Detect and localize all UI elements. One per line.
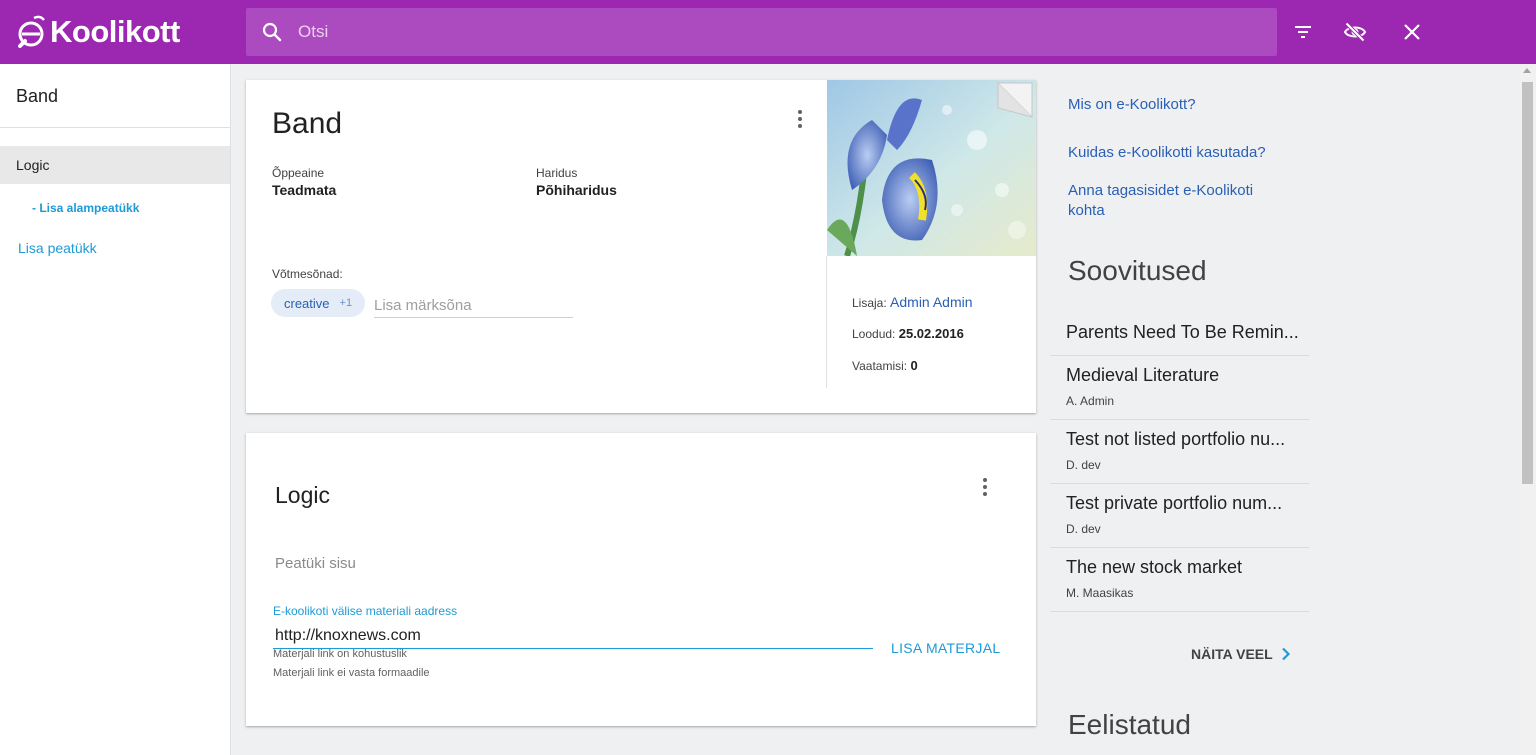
recommendation-author: D. dev bbox=[1066, 458, 1101, 472]
portfolio-title: Band bbox=[272, 107, 343, 140]
recommendation-author: M. Maasikas bbox=[1066, 586, 1134, 600]
education-label: Haridus bbox=[536, 166, 578, 180]
search-input[interactable] bbox=[298, 22, 1198, 42]
created-value: 25.02.2016 bbox=[898, 326, 964, 341]
logo[interactable]: Koolikott bbox=[14, 12, 180, 52]
creator-link[interactable]: Admin Admin bbox=[890, 294, 972, 310]
recommendation-title: Medieval Literature bbox=[1066, 365, 1220, 385]
logo-text: Koolikott bbox=[50, 14, 180, 49]
keyword-more-count[interactable]: +1 bbox=[340, 297, 353, 309]
filter-icon[interactable] bbox=[1291, 20, 1315, 44]
created-info: Loodud: 25.02.2016 bbox=[852, 326, 964, 341]
portfolio-menu-button[interactable] bbox=[788, 107, 812, 131]
recommendation-item[interactable]: The new stock market M. Maasikas bbox=[1050, 548, 1309, 612]
sidebar-title[interactable]: Band bbox=[0, 64, 230, 128]
subject-value: Teadmata bbox=[272, 182, 337, 198]
recommendation-item[interactable]: Medieval Literature A. Admin bbox=[1050, 356, 1309, 420]
scrollbar-thumb[interactable] bbox=[1522, 82, 1533, 484]
keyword-chip-label: creative bbox=[284, 295, 330, 311]
material-url-input[interactable] bbox=[273, 623, 873, 649]
close-icon[interactable] bbox=[1400, 20, 1424, 44]
recommendation-item[interactable]: Parents Need To Be Remin... bbox=[1050, 312, 1309, 356]
error-format: Materjali link ei vasta formaadile bbox=[273, 667, 430, 679]
recommendation-title: Parents Need To Be Remin... bbox=[1066, 322, 1299, 342]
sidebar-item-logic[interactable]: Logic bbox=[0, 146, 230, 184]
side-panel-divider bbox=[826, 256, 827, 388]
chapter-content-input[interactable]: Peatüki sisu bbox=[275, 555, 356, 572]
chevron-right-icon bbox=[1281, 647, 1290, 661]
creator-label: Lisaja: bbox=[852, 296, 887, 310]
recommendation-title: The new stock market bbox=[1066, 557, 1243, 577]
portfolio-summary-card: Band Õppeaine Teadmata Haridus Põhiharid… bbox=[246, 80, 1036, 413]
creator-info: Lisaja: Admin Admin bbox=[852, 294, 973, 310]
scroll-up-arrow[interactable] bbox=[1523, 68, 1531, 73]
search-icon[interactable] bbox=[260, 20, 284, 44]
views-value: 0 bbox=[910, 358, 918, 373]
recommendation-author: A. Admin bbox=[1066, 394, 1115, 408]
help-link-what[interactable]: Mis on e-Koolikott? bbox=[1068, 95, 1196, 115]
recommendation-author: D. dev bbox=[1066, 522, 1101, 536]
material-url-label: E-koolikoti välise materiali aadress bbox=[273, 604, 458, 618]
views-info: Vaatamisi: 0 bbox=[852, 358, 918, 373]
app-toolbar: Koolikott bbox=[0, 0, 1536, 64]
chapter-menu-button[interactable] bbox=[973, 475, 997, 499]
help-link-feedback[interactable]: Anna tagasisidet e-Koolikoti kohta bbox=[1068, 181, 1288, 221]
logo-icon bbox=[18, 15, 45, 48]
portfolio-side-panel: Lisaja: Admin Admin Loodud: 25.02.2016 V… bbox=[826, 80, 1036, 413]
add-subchapter-link[interactable]: - Lisa alampeatükk bbox=[32, 201, 139, 215]
search-bar bbox=[246, 8, 1277, 56]
recommendation-item[interactable]: Test private portfolio num... D. dev bbox=[1050, 484, 1309, 548]
sidebar: Band Logic - Lisa alampeatükk Lisa peatü… bbox=[0, 64, 231, 755]
show-more-label: NÄITA VEEL bbox=[1191, 646, 1273, 662]
chapter-card: Logic Peatüki sisu E-koolikoti välise ma… bbox=[246, 433, 1036, 726]
keywords-label: Võtmesõnad: bbox=[272, 267, 343, 281]
show-more-button[interactable]: NÄITA VEEL bbox=[1191, 646, 1291, 662]
recommendation-title: Test not listed portfolio nu... bbox=[1066, 429, 1286, 449]
add-material-button[interactable]: LISA MATERJAL bbox=[891, 640, 1000, 656]
more-vert-icon bbox=[983, 478, 987, 482]
add-chapter-link[interactable]: Lisa peatükk bbox=[18, 240, 97, 256]
subject-label: Õppeaine bbox=[272, 166, 325, 180]
portfolio-thumbnail bbox=[827, 80, 1036, 256]
keyword-input[interactable] bbox=[374, 294, 573, 318]
recommendations-title: Soovitused bbox=[1068, 255, 1207, 286]
chapter-title[interactable]: Logic bbox=[275, 482, 330, 509]
recommendation-title: Test private portfolio num... bbox=[1066, 493, 1283, 513]
visibility-off-icon[interactable] bbox=[1343, 20, 1367, 44]
keyword-chip[interactable]: creative +1 bbox=[271, 289, 366, 317]
views-label: Vaatamisi: bbox=[852, 359, 908, 373]
favorites-title: Eelistatud bbox=[1068, 709, 1191, 740]
more-vert-icon bbox=[798, 110, 802, 114]
education-value: Põhiharidus bbox=[536, 182, 617, 198]
help-link-how[interactable]: Kuidas e-Koolikotti kasutada? bbox=[1068, 143, 1266, 163]
created-label: Loodud: bbox=[852, 327, 896, 341]
recommendation-item[interactable]: Test not listed portfolio nu... D. dev bbox=[1050, 420, 1309, 484]
error-required: Materjali link on kohustuslik bbox=[273, 648, 407, 660]
